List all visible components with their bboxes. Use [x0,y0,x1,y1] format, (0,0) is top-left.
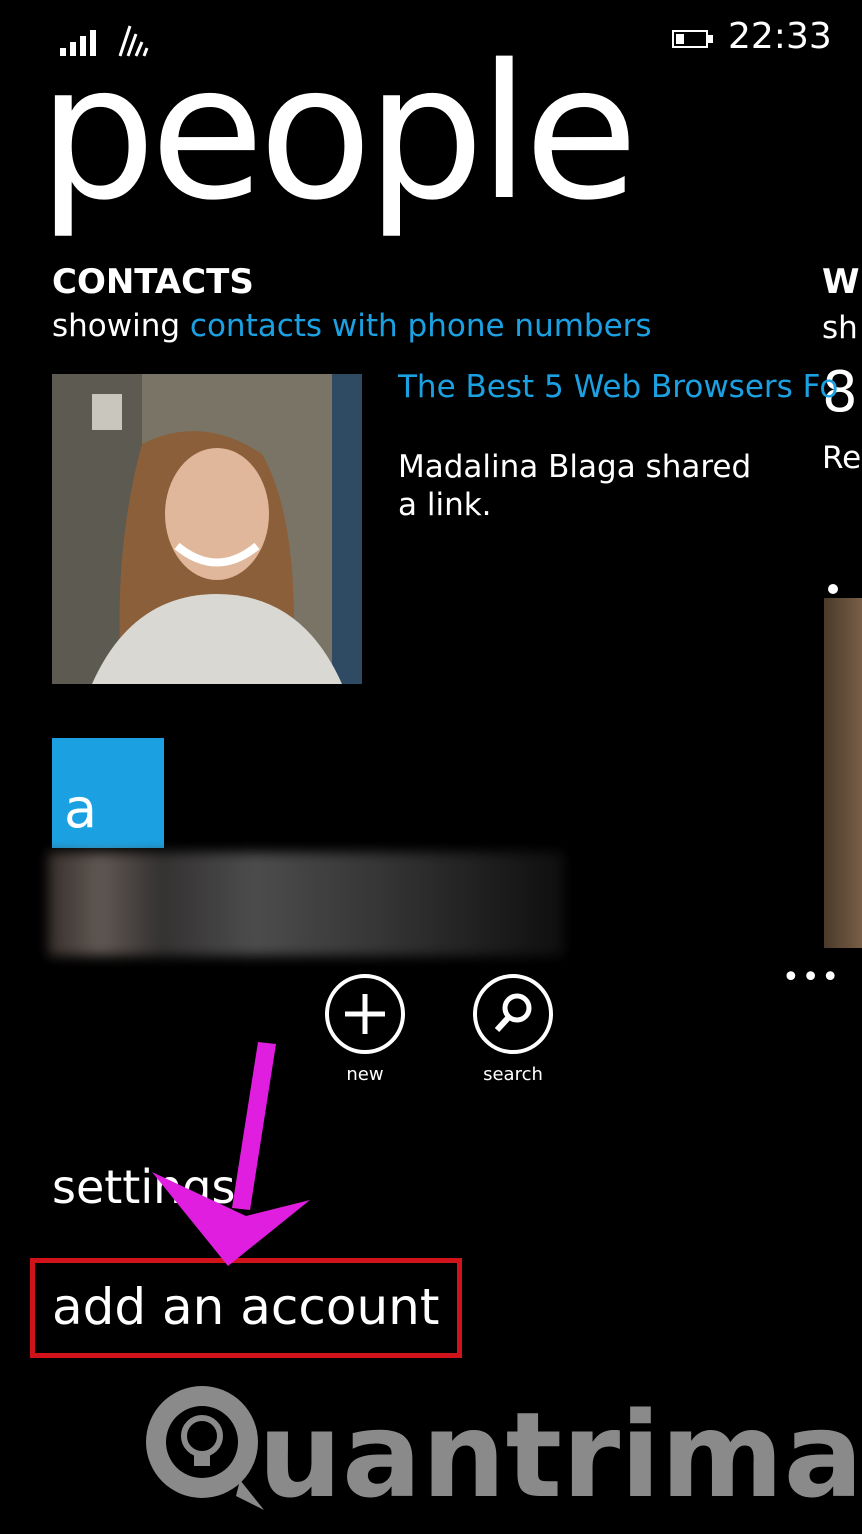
whats-new-heading-peek[interactable]: W [822,262,860,302]
more-button[interactable]: ••• [782,960,841,995]
filter-prefix: showing [52,308,181,344]
search-label: search [483,1064,543,1085]
watermark-logo: uantrimang [140,1370,862,1530]
news-text: Madalina Blaga shared a link. [398,449,752,523]
battery-icon [672,30,718,52]
plus-icon [325,974,405,1054]
new-label: new [346,1064,384,1085]
contact-photo[interactable] [52,374,362,684]
contacts-heading: CONTACTS [52,262,254,302]
group-letter-tile[interactable]: a [52,738,164,848]
watermark-text: uantrimang [258,1386,862,1524]
news-title-link[interactable]: The Best 5 Web Browsers For Windows P [398,368,838,406]
pointer-arrow-icon [150,1040,320,1270]
search-button[interactable]: search [470,974,556,1085]
filter-link[interactable]: contacts with phone numbers [190,308,652,344]
status-time: 22:33 [728,16,832,57]
group-letter: a [64,777,98,840]
peek-image[interactable] [824,598,862,948]
whats-new-sub-peek: sh [822,310,858,346]
contacts-filter: showing contacts with phone numbers [52,308,652,344]
search-icon [473,974,553,1054]
whats-new-text-peek: Re [822,440,862,476]
peek-icon [828,584,838,594]
blurred-contact-row[interactable] [48,852,564,956]
page-title: people [38,24,638,241]
add-account-menu-item[interactable]: add an account [52,1278,439,1336]
new-button[interactable]: new [322,974,408,1085]
